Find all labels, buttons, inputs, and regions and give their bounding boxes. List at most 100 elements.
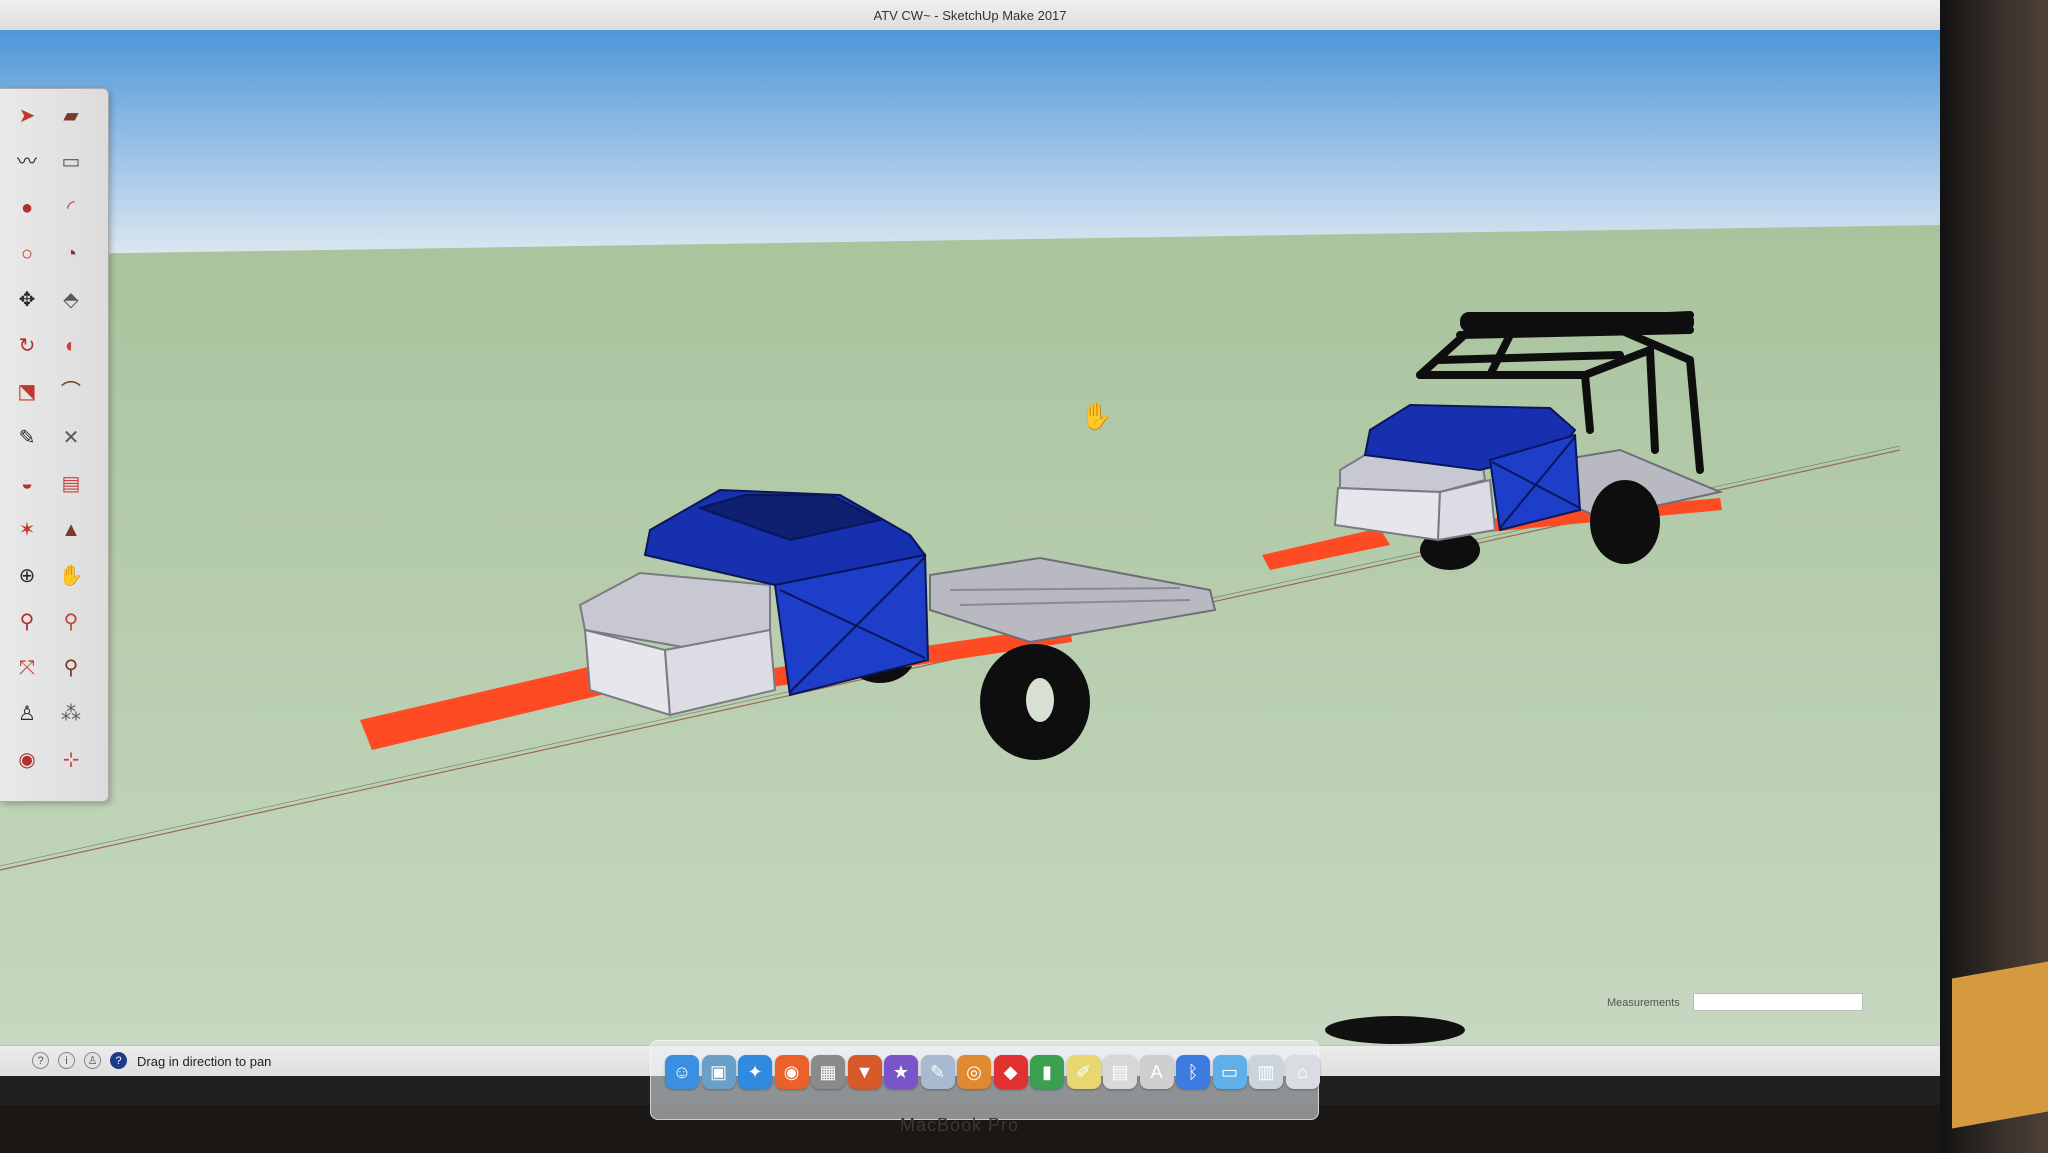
measurements-box: Measurements — [1560, 993, 1868, 1015]
imovie-star-icon: ★ — [892, 1061, 910, 1082]
circle-tool[interactable]: ○ — [10, 239, 44, 269]
pie-icon: ◔ — [64, 243, 78, 265]
macos-dock: ☺ ▣ ✦ ◉ ▦ ▼ ★ ✎ ◎ ◆ ▮ ✐ ▤ A ᛒ ▭ ▥ ⌂ — [650, 1040, 1320, 1120]
push-pull-tool[interactable]: ⬘ — [54, 285, 88, 315]
dock-app-firefox[interactable]: ◉ — [774, 1055, 809, 1089]
zoom-tool[interactable]: ⚲ — [10, 607, 44, 637]
drawing-viewport[interactable]: ✋ ➤ ▰ 〰 ▭ ● ◜ ○ ◔ ✥ ⬘ ↻ ◐ ⬔ ⌒ ✎ ✕ ◒ ▤ ✶ ▲ ⊕ ✋ ⚲ ⚲ ⤧ ⚲ ♙ ⁂ ◉ ⊹ Measure… — [0, 30, 1940, 1045]
book-on-desk — [1952, 961, 2048, 1129]
dimension-tool[interactable]: ✕ — [54, 423, 88, 453]
protractor-icon: ◒ — [20, 473, 34, 495]
photos-icon: ▦ — [819, 1061, 837, 1082]
position-camera-icon: ♙ — [18, 703, 36, 725]
tape-measure-tool[interactable]: ✎ — [10, 423, 44, 453]
trash-icon: ⌂ — [1297, 1061, 1308, 1082]
select-tool[interactable]: ➤ — [10, 101, 44, 131]
section-plane-tool[interactable]: ⊹ — [54, 745, 88, 775]
dock-app-preview[interactable]: ▣ — [701, 1055, 736, 1089]
pan-hand-icon: ✋ — [58, 565, 84, 587]
dock-app-blender[interactable]: ◎ — [957, 1055, 991, 1089]
arc-tool[interactable]: ◜ — [54, 193, 88, 223]
circle-icon: ○ — [20, 243, 34, 265]
dock-app-trash[interactable]: ⌂ — [1285, 1055, 1320, 1089]
freehand-tool[interactable]: 〰 — [10, 147, 44, 177]
tools-palette: ➤ ▰ 〰 ▭ ● ◜ ○ ◔ ✥ ⬘ ↻ ◐ ⬔ ⌒ ✎ ✕ ◒ ▤ ✶ ▲ ⊕ ✋ ⚲ ⚲ ⤧ ⚲ ♙ ⁂ ◉ ⊹ — [0, 88, 109, 802]
walk-tool[interactable]: ⁂ — [54, 699, 88, 729]
measurements-label: Measurements — [1607, 997, 1680, 1009]
zoom-window-tool[interactable]: ⚲ — [54, 607, 88, 637]
offset-icon: ⌒ — [61, 381, 81, 403]
rotate-tool[interactable]: ↻ — [10, 331, 44, 361]
position-camera-tool[interactable]: ♙ — [10, 699, 44, 729]
squiggle-icon: 〰 — [17, 151, 37, 173]
dock-app-sketchup[interactable]: ◆ — [993, 1055, 1028, 1089]
dock-app-bluetooth[interactable]: ᛒ — [1176, 1055, 1210, 1089]
preview-icon: ▣ — [709, 1061, 727, 1082]
3d-text-tool[interactable]: ▲ — [54, 515, 88, 545]
dock-app-safari[interactable]: ✦ — [738, 1055, 772, 1089]
dock-app-applications-folder[interactable]: ▭ — [1212, 1055, 1247, 1089]
numbers-chart-icon: ▮ — [1042, 1061, 1052, 1082]
offset-tool[interactable]: ⌒ — [54, 377, 88, 407]
tire-front — [1590, 480, 1660, 564]
laptop-bezel-label: MacBook Pro — [900, 1115, 1020, 1135]
dock-app-imovie[interactable]: ★ — [884, 1055, 918, 1089]
section-plane-icon: ⊹ — [62, 749, 80, 771]
rectangle-tool[interactable]: ▭ — [54, 147, 88, 177]
text-tool[interactable]: ▤ — [54, 469, 88, 499]
roof-rack — [1460, 312, 1694, 332]
dock-app-font-book[interactable]: A — [1139, 1055, 1174, 1089]
dock-app-numbers[interactable]: ▮ — [1030, 1055, 1064, 1089]
blender-icon: ◎ — [966, 1061, 982, 1082]
dock-app-photo-browser[interactable]: ▦ — [811, 1055, 845, 1089]
pan-hand-cursor-icon: ✋ — [1080, 401, 1112, 432]
paint-bucket-tool[interactable]: ● — [10, 193, 44, 223]
info-icon[interactable]: i — [58, 1052, 75, 1069]
firefox-icon: ◉ — [783, 1061, 800, 1082]
paint-bucket-icon: ● — [20, 197, 34, 219]
text-icon: ▤ — [61, 473, 81, 495]
textedit-icon: ▤ — [1111, 1061, 1129, 1082]
folder-icon: ▭ — [1220, 1061, 1238, 1082]
look-around-tool[interactable]: ◉ — [10, 745, 44, 775]
footprints-icon: ⁂ — [61, 703, 81, 725]
tape-measure-icon: ✎ — [18, 427, 36, 449]
status-message: Drag in direction to pan — [137, 1054, 272, 1069]
object-shadow — [1325, 1016, 1465, 1044]
eraser-tool[interactable]: ▰ — [54, 101, 88, 131]
instructor-icon[interactable]: ? — [110, 1052, 127, 1069]
tire-front-hub — [1026, 678, 1054, 722]
window-titlebar[interactable]: ATV CW~ - SketchUp Make 2017 — [0, 0, 1940, 31]
user-icon[interactable]: ♙ — [84, 1052, 101, 1069]
notes-icon: ✐ — [1075, 1061, 1092, 1082]
scale-tool[interactable]: ⬔ — [10, 377, 44, 407]
dock-app-notes[interactable]: ✐ — [1066, 1055, 1101, 1089]
macbook-screen: ATV CW~ - SketchUp Make 2017 ✋ ➤ ▰ 〰 ▭ ●… — [0, 0, 1940, 1120]
push-pull-icon: ⬘ — [63, 289, 79, 311]
axes-tool[interactable]: ✶ — [10, 515, 44, 545]
orbit-icon: ⊕ — [18, 565, 36, 587]
dock-app-keynote[interactable]: ▼ — [847, 1055, 882, 1089]
sky — [0, 30, 1940, 260]
move-tool[interactable]: ✥ — [10, 285, 44, 315]
dock-app-downloads-stack[interactable]: ▥ — [1249, 1055, 1283, 1089]
protractor-tool[interactable]: ◒ — [10, 469, 44, 499]
dock-app-textedit[interactable]: ▤ — [1103, 1055, 1137, 1089]
previous-view-icon: ⚲ — [63, 657, 79, 679]
axes-icon: ✶ — [18, 519, 36, 541]
font-book-icon: A — [1150, 1061, 1163, 1082]
3d-scene[interactable]: ✋ — [0, 30, 1940, 1045]
dimension-icon: ✕ — [62, 427, 80, 449]
eye-icon: ◉ — [18, 749, 36, 771]
follow-me-tool[interactable]: ◐ — [54, 331, 88, 361]
pie-tool[interactable]: ◔ — [54, 239, 88, 269]
orbit-tool[interactable]: ⊕ — [10, 561, 44, 591]
geo-location-icon[interactable]: ? — [32, 1052, 49, 1069]
dock-app-sketchbook[interactable]: ✎ — [920, 1055, 955, 1089]
previous-view-tool[interactable]: ⚲ — [54, 653, 88, 683]
rotate-icon: ↻ — [18, 335, 36, 357]
measurements-input[interactable] — [1693, 993, 1863, 1011]
zoom-extents-tool[interactable]: ⤧ — [10, 653, 44, 683]
dock-app-finder[interactable]: ☺ — [665, 1055, 699, 1089]
pan-tool[interactable]: ✋ — [54, 561, 88, 591]
